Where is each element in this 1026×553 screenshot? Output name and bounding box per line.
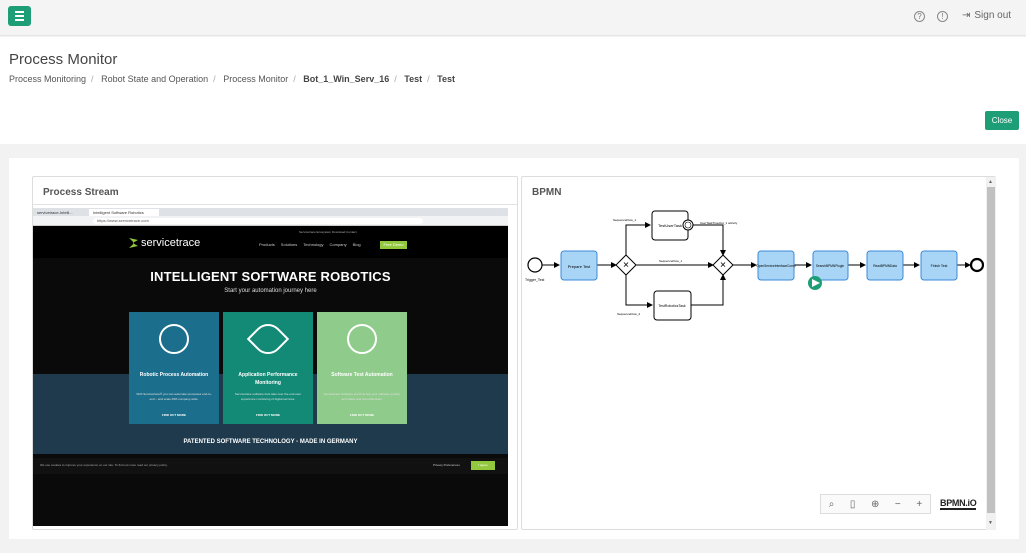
- end-event[interactable]: [969, 257, 985, 273]
- bpmn-panel: BPMN Trigger_Test Prepare Test ✕ TestUse…: [521, 176, 996, 530]
- bpmn-scrollbar[interactable]: ▲ ▼: [986, 177, 996, 530]
- bpmn-zoom-controls: ⌕ ▯ ⊕ − +: [820, 494, 931, 514]
- page-title: Process Monitor: [9, 51, 118, 68]
- browser-tab-bar: servicetrace-Intelli... Intelligent Soft…: [33, 208, 508, 216]
- top-bar: ? ! ⇥ Sign out: [0, 0, 1026, 36]
- task-label: OpenServiceInterfaceComp: [756, 264, 796, 268]
- servicetrace-logo: servicetrace: [129, 237, 200, 249]
- start-event[interactable]: [527, 257, 543, 273]
- feature-card: Application Performance Monitoring Servi…: [223, 312, 313, 424]
- breadcrumb-item[interactable]: Robot State and Operation: [101, 74, 208, 84]
- zoom-out-icon[interactable]: −: [895, 499, 901, 510]
- sign-out-link[interactable]: ⇥ Sign out: [962, 10, 1011, 21]
- locate-icon[interactable]: ⊕: [871, 499, 879, 510]
- menu-icon-line: [15, 15, 24, 17]
- task-label: Finish Test: [931, 264, 948, 268]
- cookie-bar: We use cookies to improve your experienc…: [33, 458, 508, 474]
- gear-bulb-icon: [159, 324, 189, 354]
- breadcrumb-item[interactable]: Test: [404, 74, 422, 84]
- site-menu: Products Solutions Technology Company Blog: [259, 242, 361, 247]
- process-stream-title: Process Stream: [43, 187, 119, 198]
- zoom-in-icon[interactable]: +: [916, 499, 922, 510]
- bpmn-diagram: Trigger_Test Prepare Test ✕ TestUserTask…: [525, 210, 985, 321]
- search-icon[interactable]: ⌕: [829, 499, 835, 510]
- site-nav: Servicetrace Ecosystem Download Contact …: [33, 226, 508, 258]
- bpmn-io-logo[interactable]: BPMN.iO: [940, 498, 977, 510]
- gateway-x-icon: ✕: [623, 261, 630, 270]
- process-stream-panel: Process Stream servicetrace-Intelli... I…: [32, 176, 518, 530]
- scroll-down-icon[interactable]: ▼: [988, 520, 993, 526]
- info-icon[interactable]: !: [937, 11, 948, 22]
- feature-card: Software Test Automation Servicetrace So…: [317, 312, 407, 424]
- breadcrumb-item[interactable]: Bot_1_Win_Serv_16: [303, 74, 389, 84]
- feature-card: Robotic Process Automation With Servicet…: [129, 312, 219, 424]
- site-demo-button: Free Demo: [380, 241, 407, 249]
- help-icon[interactable]: ?: [914, 11, 925, 22]
- task-label: Prepare Test: [568, 264, 591, 269]
- breadcrumb: Process Monitoring / Robot State and Oper…: [9, 74, 455, 84]
- browser-tab: servicetrace-Intelli...: [37, 210, 73, 215]
- task-label: TestUserTask: [658, 223, 682, 228]
- task-label: SearchBPMNPlugin: [816, 264, 844, 268]
- sign-out-icon: ⇥: [962, 10, 971, 21]
- gateway-x-icon: ✕: [720, 261, 727, 270]
- browser-url: https://www.servicetrace.com: [93, 218, 423, 224]
- page-header: Process Monitor Process Monitoring / Robo…: [0, 37, 1026, 144]
- process-stream-screenshot: servicetrace-Intelli... Intelligent Soft…: [33, 208, 508, 526]
- map-icon[interactable]: ▯: [850, 499, 856, 510]
- flow-label: SequenceFlow_1: [613, 218, 637, 222]
- hero-title: INTELLIGENT SOFTWARE ROBOTICS: [150, 269, 391, 284]
- close-button[interactable]: Close: [985, 111, 1019, 130]
- bpmn-title: BPMN: [532, 187, 562, 198]
- hamburger-menu-button[interactable]: [8, 6, 31, 26]
- scrollbar-thumb[interactable]: [987, 187, 995, 513]
- flow-label: SequenceFlow_1: [659, 259, 683, 263]
- task-label: TestRoboticsTask: [658, 304, 685, 308]
- bug-magnifier-icon: [347, 324, 377, 354]
- breadcrumb-item[interactable]: Process Monitor: [223, 74, 288, 84]
- task-label: ReadBPMNData: [873, 264, 897, 268]
- timer-boundary-event[interactable]: [682, 219, 694, 231]
- eye-icon: [246, 317, 290, 361]
- bpmn-canvas[interactable]: Trigger_Test Prepare Test ✕ TestUserTask…: [522, 208, 985, 526]
- site-top-menu: Servicetrace Ecosystem Download Contact: [299, 230, 357, 234]
- hero-subtitle: Start your automation journey here: [224, 288, 317, 294]
- patent-banner: PATENTED SOFTWARE TECHNOLOGY - MADE IN G…: [183, 439, 358, 445]
- start-event-label: Trigger_Test: [525, 278, 544, 282]
- browser-address-bar: https://www.servicetrace.com: [33, 216, 508, 226]
- boundary-label: UserTaskTimeOut_1 activity: [700, 221, 738, 225]
- flow-label: SequenceFlow_2: [617, 312, 641, 316]
- sign-out-label: Sign out: [974, 10, 1012, 21]
- content-area: Process Stream servicetrace-Intelli... I…: [9, 158, 1019, 539]
- scroll-up-icon[interactable]: ▲: [988, 179, 993, 185]
- menu-icon-line: [15, 11, 24, 13]
- breadcrumb-item[interactable]: Process Monitoring: [9, 74, 86, 84]
- menu-icon-line: [15, 19, 24, 21]
- breadcrumb-item-current: Test: [437, 74, 455, 84]
- browser-tab: Intelligent Software Robotics: [89, 209, 159, 216]
